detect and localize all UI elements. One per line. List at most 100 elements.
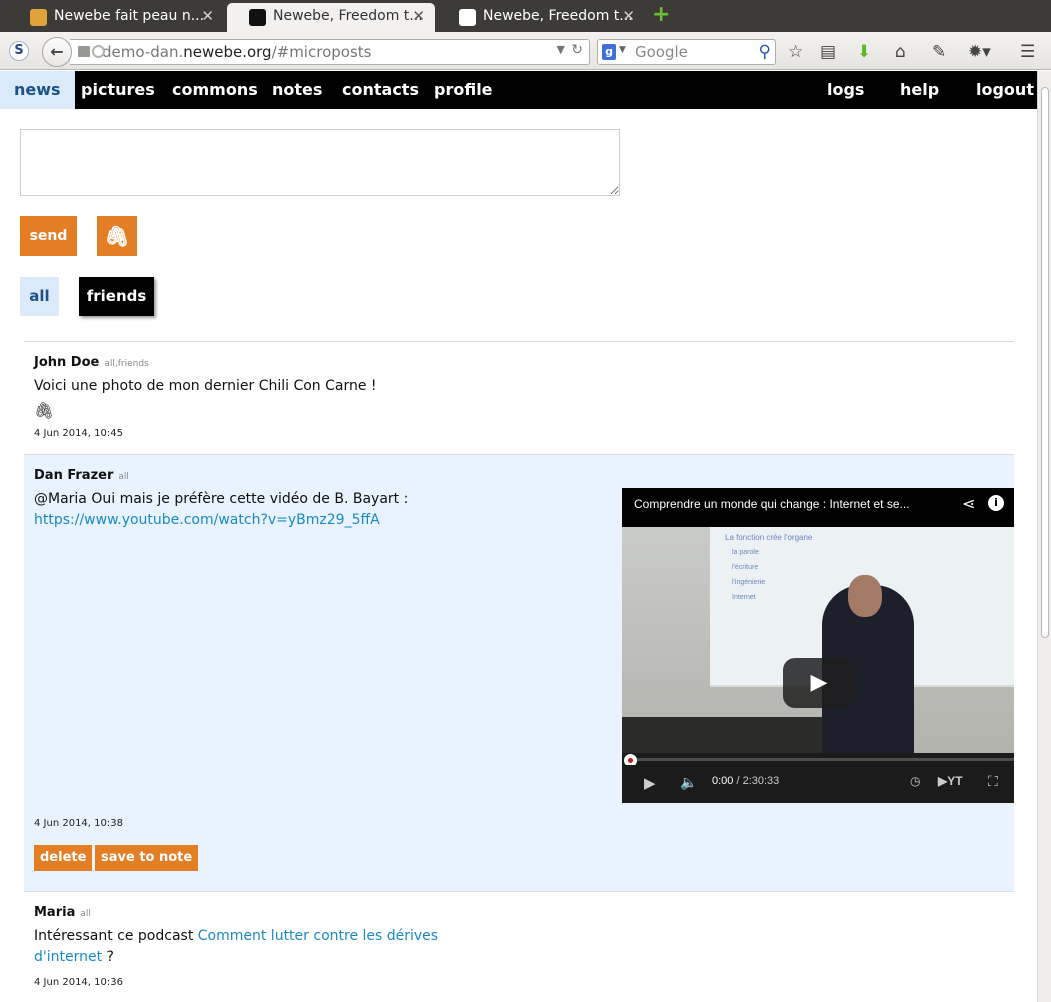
download-arrow-icon[interactable]: ⬇ <box>857 42 871 62</box>
google-engine-icon[interactable]: g <box>602 44 616 60</box>
info-icon[interactable]: i <box>988 495 1004 511</box>
url-host: newebe.org <box>183 43 272 61</box>
attachment-paperclip-icon[interactable]: 🖇 <box>34 401 54 420</box>
browser-navbar: S demo-dan.newebe.org/#microposts ▼ ↻ ← … <box>0 32 1051 70</box>
author-name[interactable]: John Doe <box>34 355 99 370</box>
filter-friends-button[interactable]: friends <box>79 277 154 316</box>
menu-item-help[interactable]: help <box>886 71 953 109</box>
author-name[interactable]: Maria <box>34 905 75 920</box>
slide-bullet: Internet <box>732 594 756 601</box>
delete-button[interactable]: delete <box>34 845 93 871</box>
micropost: John Doe all,friends Voici une photo de m… <box>24 341 1014 454</box>
browser-tab-1[interactable]: Newebe fait peau n... ✕ <box>8 3 224 32</box>
save-to-note-button[interactable]: save to note <box>95 845 199 871</box>
close-icon[interactable]: ✕ <box>201 7 214 25</box>
browser-tab-2[interactable]: Newebe, Freedom t... ✕ <box>227 3 435 32</box>
new-tab-plus-icon[interactable]: + <box>652 4 672 26</box>
video-speaker-head <box>848 575 882 617</box>
post-date: 4 Jun 2014, 10:38 <box>34 818 123 829</box>
slide-bullet: la parole <box>732 549 759 556</box>
tab-groups-icon[interactable] <box>78 46 90 57</box>
youtube-link[interactable]: https://www.youtube.com/watch?v=yBmz29_5… <box>34 512 380 528</box>
url-bar[interactable]: demo-dan.newebe.org/#microposts ▼ ↻ <box>70 39 590 65</box>
play-icon[interactable]: ▶ <box>644 774 656 792</box>
video-total-time: 2:30:33 <box>742 775 780 787</box>
tab-title: Newebe, Freedom t... <box>273 8 423 24</box>
scrollbar-thumb[interactable] <box>1041 87 1049 638</box>
app-top-menu: news pictures commons notes contacts pro… <box>0 71 1037 109</box>
volume-icon[interactable]: 🔈 <box>680 774 697 791</box>
share-icon[interactable]: ⋖ <box>962 494 975 513</box>
youtube-logo-icon[interactable]: ▶YT <box>938 774 963 788</box>
slide-bullet: l'ingénierie <box>732 579 766 586</box>
menu-hamburger-icon[interactable]: ☰ <box>1020 42 1035 62</box>
back-button-icon[interactable]: ← <box>42 37 72 67</box>
tab-title: Newebe fait peau n... <box>54 8 205 24</box>
firebug-icon[interactable]: ✹▾ <box>968 42 991 62</box>
newebe-favicon-icon <box>249 9 266 26</box>
post-tags: all <box>118 472 129 482</box>
close-icon[interactable]: ✕ <box>412 7 425 25</box>
post-tags: all,friends <box>104 359 149 369</box>
site-favicon-icon <box>30 9 47 26</box>
menu-item-pictures[interactable]: pictures <box>67 71 169 109</box>
slide-bullet: l'écriture <box>732 564 759 571</box>
sync-s-icon[interactable]: S <box>9 41 29 61</box>
watch-later-clock-icon[interactable]: ◷ <box>910 774 920 788</box>
video-scene-table <box>622 717 822 753</box>
podcast-link[interactable]: Comment lutter contre les dérives <box>198 928 438 944</box>
reading-list-icon[interactable]: ▤ <box>820 42 836 62</box>
menu-item-notes[interactable]: notes <box>258 71 336 109</box>
tab-title: Newebe, Freedom t... <box>483 8 633 24</box>
bookmark-star-icon[interactable]: ☆ <box>788 42 803 62</box>
progress-track[interactable] <box>630 758 1014 761</box>
micropost: Maria all Intéressant ce podcast Comment … <box>24 891 1014 1002</box>
reload-icon[interactable]: ↻ <box>571 42 583 58</box>
post-author[interactable]: Maria all <box>34 905 91 920</box>
menu-item-contacts[interactable]: contacts <box>328 71 433 109</box>
menu-item-profile[interactable]: profile <box>420 71 507 109</box>
fullscreen-icon[interactable]: ⛶ <box>988 773 998 790</box>
post-text: Voici une photo de mon dernier Chili Con… <box>34 378 377 394</box>
globe-icon <box>92 45 105 58</box>
menu-item-logs[interactable]: logs <box>813 71 878 109</box>
post-text-content: ? <box>106 949 114 965</box>
post-date: 4 Jun 2014, 10:36 <box>34 977 123 988</box>
author-name[interactable]: Dan Frazer <box>34 468 113 483</box>
video-progress-bar[interactable] <box>622 753 1014 767</box>
search-icon[interactable]: ⚲ <box>759 42 771 62</box>
youtube-video-embed[interactable]: Comprendre un monde qui change : Interne… <box>622 488 1014 803</box>
play-overlay-icon[interactable]: ▶ <box>783 658 855 708</box>
video-title[interactable]: Comprendre un monde qui change : Interne… <box>634 497 944 511</box>
menu-item-commons[interactable]: commons <box>158 71 272 109</box>
engine-dropdown-icon[interactable]: ▼ <box>619 45 626 55</box>
send-button[interactable]: send <box>20 216 77 256</box>
search-placeholder: Google <box>635 43 688 61</box>
menu-item-logout[interactable]: logout <box>962 71 1048 109</box>
close-icon[interactable]: ✕ <box>622 7 635 25</box>
video-time: 0:00 / 2:30:33 <box>712 775 780 787</box>
addon-icon[interactable]: ✎ <box>932 42 946 62</box>
post-text-content: @Maria Oui mais je préfère cette vidéo d… <box>34 491 409 507</box>
video-controls: ▶ 🔈 0:00 / 2:30:33 ◷ ▶YT ⛶ <box>622 765 1014 803</box>
browser-tab-strip: Newebe fait peau n... ✕ Newebe, Freedom … <box>0 0 1051 32</box>
browser-tab-3[interactable]: Newebe, Freedom t... ✕ <box>437 3 645 32</box>
post-author[interactable]: Dan Frazer all <box>34 468 129 483</box>
home-icon[interactable]: ⌂ <box>895 42 906 62</box>
post-tags: all <box>80 909 91 919</box>
attach-paperclip-icon[interactable]: 🖇 <box>97 216 137 256</box>
url-prefix: demo-dan. <box>102 43 184 61</box>
video-current-time: 0:00 <box>712 775 734 787</box>
post-author[interactable]: John Doe all,friends <box>34 355 149 370</box>
page-scrollbar[interactable] <box>1037 71 1051 1002</box>
slide-title: La fonction crée l'organe <box>725 533 813 542</box>
micropost-input[interactable] <box>20 129 620 196</box>
video-thumbnail[interactable]: La fonction crée l'organe la parole l'éc… <box>622 527 1014 753</box>
filter-all-button[interactable]: all <box>20 277 59 316</box>
search-bar[interactable]: g ▼ Google ⚲ <box>597 39 776 65</box>
post-text: @Maria Oui mais je préfère cette vidéo d… <box>34 489 408 531</box>
menu-item-news[interactable]: news <box>0 71 75 109</box>
post-text: Intéressant ce podcast Comment lutter co… <box>34 926 438 968</box>
podcast-link[interactable]: d'internet <box>34 949 102 965</box>
dropdown-arrow-icon[interactable]: ▼ <box>557 43 565 56</box>
